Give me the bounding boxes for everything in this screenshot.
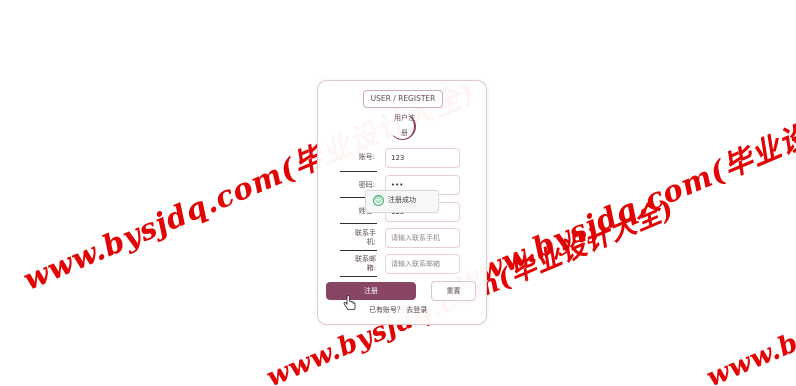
phone-divider [340, 250, 377, 251]
reset-button[interactable]: 重置 [431, 281, 476, 301]
hand-cursor-icon [343, 295, 356, 310]
success-check-icon: ☺ [373, 195, 384, 206]
phone-input[interactable]: 请输入联系手机 [385, 228, 460, 248]
register-title: USER / REGISTER [363, 90, 443, 108]
avatar-label: 用户注册 [394, 114, 415, 137]
account-divider [340, 171, 377, 172]
login-link[interactable]: 已有账号？ 去登录 [369, 306, 427, 315]
name-divider [340, 223, 377, 224]
password-label: 密码: [358, 181, 375, 189]
account-label: 账号: [358, 153, 375, 161]
register-button[interactable]: 注册 [326, 282, 416, 300]
watermark-top-right: www.bysjdq.com(毕业设计大全) [448, 76, 796, 299]
email-input[interactable]: 请输入联系邮箱 [385, 254, 460, 274]
email-label: 联系邮箱: [355, 255, 376, 272]
success-toast-text: 注册成功 [388, 196, 416, 204]
watermark-bottom-right: www.bysjdq.com(毕业设计大全) [702, 193, 796, 386]
phone-label: 联系手机: [355, 229, 376, 246]
email-divider [340, 276, 377, 277]
account-input[interactable]: 123 [385, 148, 460, 168]
